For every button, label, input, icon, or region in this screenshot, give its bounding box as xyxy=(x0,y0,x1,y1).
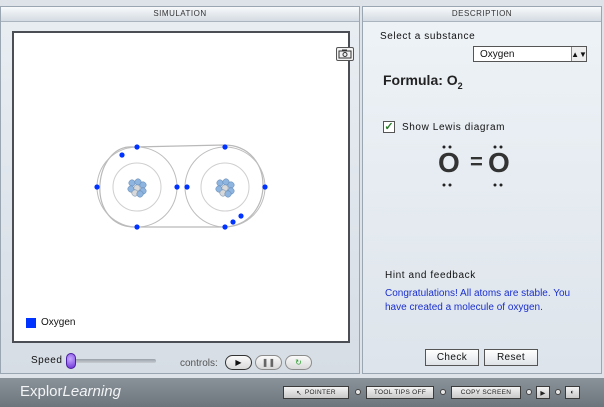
pointer-button[interactable]: ↖ POINTER xyxy=(283,386,349,399)
camera-icon xyxy=(338,49,352,59)
brand-part1: Explor xyxy=(20,383,63,400)
info-button[interactable]: ◐ xyxy=(565,386,580,399)
feedback-text: Congratulations! All atoms are stable. Y… xyxy=(385,288,571,313)
playback-controls: ▶ ❚❚ ↻ xyxy=(225,355,312,370)
speed-slider[interactable] xyxy=(66,352,157,369)
next-button[interactable]: ▶ xyxy=(536,386,550,399)
lewis-diagram: O = O xyxy=(433,141,523,197)
next-indicator xyxy=(555,389,561,395)
molecule-diagram[interactable] xyxy=(14,33,348,341)
reset-icon: ↻ xyxy=(295,358,302,367)
camera-button[interactable] xyxy=(336,47,354,61)
play-icon: ▶ xyxy=(235,358,242,367)
electron xyxy=(134,144,140,150)
legend-label: Oxygen xyxy=(41,317,76,328)
speed-control: Speed xyxy=(31,352,157,369)
left-nucleus xyxy=(127,178,147,198)
select-substance-label: Select a substance xyxy=(380,31,476,42)
pointer-label: POINTER xyxy=(304,389,336,396)
brand-part2: Learning xyxy=(62,383,121,400)
pause-button[interactable]: ❚❚ xyxy=(255,355,282,370)
play-small-icon: ▶ xyxy=(540,389,546,397)
formula-subscript: 2 xyxy=(457,80,463,91)
legend-swatch xyxy=(26,317,36,328)
substance-select-value: Oxygen xyxy=(480,48,515,60)
electron xyxy=(184,184,190,190)
substance-select[interactable]: Oxygen ▲▼ xyxy=(473,46,587,62)
electron xyxy=(119,152,125,158)
simulation-stage[interactable]: Oxygen xyxy=(12,31,350,343)
speed-label: Speed xyxy=(31,355,63,366)
description-header: DESCRIPTION xyxy=(363,7,601,22)
reset-button[interactable]: Reset xyxy=(484,349,538,366)
half-circle-icon: ◐ xyxy=(570,389,575,396)
electron xyxy=(134,224,140,230)
hint-label: Hint and feedback xyxy=(385,270,476,281)
chevron-updown-icon: ▲▼ xyxy=(571,47,587,61)
electron xyxy=(222,224,228,230)
copy-screen-button[interactable]: COPY SCREEN xyxy=(451,386,521,399)
electron xyxy=(94,184,100,190)
electron xyxy=(174,184,180,190)
formula-label: Formula: O xyxy=(383,72,458,88)
electron xyxy=(222,144,228,150)
pause-icon: ❚❚ xyxy=(261,358,276,367)
bond-outline xyxy=(99,144,264,228)
tooltips-button[interactable]: TOOL TIPS OFF xyxy=(366,386,434,399)
electron xyxy=(230,219,236,225)
checkmark-icon: ✓ xyxy=(384,121,394,133)
speed-slider-thumb[interactable] xyxy=(66,352,77,369)
reset-sim-button[interactable]: ↻ xyxy=(285,355,312,370)
simulation-header: SIMULATION xyxy=(1,7,359,22)
tooltips-indicator xyxy=(440,389,446,395)
electron xyxy=(262,184,268,190)
electrons xyxy=(94,144,268,230)
show-lewis-checkbox[interactable]: ✓ xyxy=(383,121,395,133)
controls-label: controls: xyxy=(180,358,218,369)
formula: Formula: O2 xyxy=(383,72,463,91)
description-panel: DESCRIPTION Select a substance Oxygen ▲▼… xyxy=(362,6,602,374)
pointer-icon: ↖ xyxy=(296,389,302,397)
show-lewis-label: Show Lewis diagram xyxy=(402,122,506,133)
electron xyxy=(238,213,244,219)
pointer-indicator xyxy=(355,389,361,395)
lewis-dots xyxy=(442,145,503,187)
copy-indicator xyxy=(526,389,532,395)
play-button[interactable]: ▶ xyxy=(225,355,252,370)
footer-bar: ExplorLearning ↖ POINTER TOOL TIPS OFF C… xyxy=(0,378,604,407)
brand-logo: ExplorLearning xyxy=(20,383,121,400)
legend: Oxygen xyxy=(26,317,75,328)
check-button[interactable]: Check xyxy=(425,349,479,366)
simulation-panel: SIMULATION Oxygen Speed controls: ▶ ❚❚ ↻ xyxy=(0,6,360,374)
right-nucleus xyxy=(215,178,235,198)
